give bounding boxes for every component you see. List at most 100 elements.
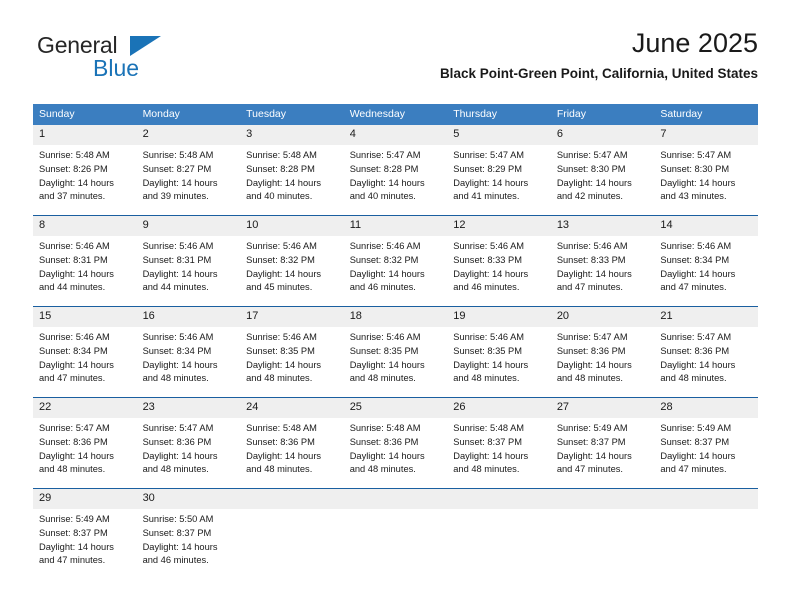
daylight-duration-line-2: and 44 minutes. [142, 282, 209, 293]
daylight-duration-line-1: Daylight: 14 hours [660, 268, 736, 279]
day-number: 14 [654, 216, 758, 236]
sunrise-time: Sunrise: 5:48 AM [246, 423, 317, 433]
calendar-empty-cell [240, 489, 344, 579]
sunset-time: Sunset: 8:30 PM [556, 163, 626, 174]
day-number: 7 [654, 125, 758, 145]
daylight-duration-line-1: Daylight: 14 hours [142, 359, 218, 370]
day-number: 19 [447, 307, 551, 327]
calendar-day-cell[interactable]: 30 Sunrise: 5:50 AM Sunset: 8:37 PM Dayligh… [136, 489, 241, 579]
day-number: 24 [240, 398, 344, 418]
calendar-week-row: 29 Sunrise: 5:49 AM Sunset: 8:37 PM Dayligh… [33, 489, 758, 579]
sunset-time: Sunset: 8:33 PM [556, 254, 626, 265]
daylight-duration-line-2: and 48 minutes. [660, 373, 727, 384]
calendar-day-cell[interactable]: 7 Sunrise: 5:47 AM Sunset: 8:30 PM Daylight… [654, 125, 758, 215]
location-subtitle: Black Point-Green Point, California, Uni… [439, 66, 758, 82]
sunrise-time: Sunrise: 5:46 AM [349, 241, 421, 251]
calendar-day-cell[interactable]: 24 Sunrise: 5:48 AM Sunset: 8:36 PM Dayligh… [240, 398, 344, 488]
daylight-duration-line-2: and 48 minutes. [142, 373, 209, 384]
sunset-time: Sunset: 8:37 PM [453, 436, 522, 447]
calendar-day-cell[interactable]: 12 Sunrise: 5:46 AM Sunset: 8:33 PM Dayligh… [447, 216, 551, 306]
calendar-day-cell[interactable]: 16 Sunrise: 5:46 AM Sunset: 8:34 PM Dayligh… [136, 307, 241, 397]
calendar-week-row: 8 Sunrise: 5:46 AM Sunset: 8:31 PM Daylight… [33, 216, 758, 306]
day-number: 29 [33, 489, 137, 509]
calendar-day-cell[interactable]: 18 Sunrise: 5:46 AM Sunset: 8:35 PM Dayligh… [343, 307, 448, 397]
calendar-day-cell[interactable]: 19 Sunrise: 5:46 AM Sunset: 8:35 PM Dayligh… [447, 307, 551, 397]
day-number: 26 [447, 398, 551, 418]
daylight-duration-line-2: and 48 minutes. [556, 373, 623, 384]
calendar-day-cell[interactable]: 28 Sunrise: 5:49 AM Sunset: 8:37 PM Dayligh… [654, 398, 758, 488]
daylight-duration-line-2: and 47 minutes. [556, 464, 623, 475]
day-details: Sunrise: 5:46 AM Sunset: 8:35 PM Daylight:… [447, 327, 551, 386]
calendar-day-cell[interactable]: 17 Sunrise: 5:46 AM Sunset: 8:35 PM Dayligh… [240, 307, 344, 397]
sunrise-time: Sunrise: 5:47 AM [453, 150, 525, 160]
calendar-day-cell[interactable]: 20 Sunrise: 5:47 AM Sunset: 8:36 PM Dayligh… [550, 307, 655, 397]
day-details: Sunrise: 5:46 AM Sunset: 8:34 PM Daylight:… [33, 327, 137, 386]
day-details: Sunrise: 5:46 AM Sunset: 8:34 PM Daylight:… [137, 327, 241, 386]
weekday-header-monday: Monday [136, 104, 241, 125]
day-details: Sunrise: 5:46 AM Sunset: 8:33 PM Daylight:… [551, 236, 655, 295]
sunset-time: Sunset: 8:26 PM [39, 163, 108, 174]
day-details: Sunrise: 5:46 AM Sunset: 8:35 PM Daylight:… [344, 327, 448, 386]
daylight-duration-line-1: Daylight: 14 hours [142, 177, 218, 188]
day-details: Sunrise: 5:47 AM Sunset: 8:36 PM Daylight:… [33, 418, 137, 477]
sunset-time: Sunset: 8:37 PM [142, 527, 212, 538]
calendar-day-cell[interactable]: 21 Sunrise: 5:47 AM Sunset: 8:36 PM Dayligh… [654, 307, 758, 397]
calendar-day-cell[interactable]: 4 Sunrise: 5:47 AM Sunset: 8:28 PM Daylight… [343, 125, 448, 215]
page-title: June 2025 [631, 28, 758, 58]
day-details: Sunrise: 5:46 AM Sunset: 8:34 PM Daylight:… [654, 236, 758, 295]
sunrise-time: Sunrise: 5:46 AM [39, 332, 110, 342]
day-number: 16 [136, 307, 241, 327]
sunrise-time: Sunrise: 5:50 AM [142, 514, 214, 524]
day-number: 25 [343, 398, 448, 418]
calendar-day-cell[interactable]: 9 Sunrise: 5:46 AM Sunset: 8:31 PM Daylight… [136, 216, 241, 306]
day-number [654, 489, 758, 509]
sunrise-time: Sunrise: 5:47 AM [142, 423, 214, 433]
day-number: 20 [550, 307, 655, 327]
calendar-day-cell[interactable]: 26 Sunrise: 5:48 AM Sunset: 8:37 PM Dayligh… [447, 398, 551, 488]
calendar-body: 1 Sunrise: 5:48 AM Sunset: 8:26 PM Daylight… [33, 125, 758, 579]
day-number [550, 489, 655, 509]
calendar-day-cell[interactable]: 15 Sunrise: 5:46 AM Sunset: 8:34 PM Dayligh… [33, 307, 137, 397]
calendar-day-cell[interactable]: 22 Sunrise: 5:47 AM Sunset: 8:36 PM Dayligh… [33, 398, 137, 488]
daylight-duration-line-1: Daylight: 14 hours [349, 177, 425, 188]
calendar-day-cell[interactable]: 13 Sunrise: 5:46 AM Sunset: 8:33 PM Dayligh… [550, 216, 655, 306]
calendar-day-cell[interactable]: 3 Sunrise: 5:48 AM Sunset: 8:28 PM Daylight… [240, 125, 344, 215]
calendar-empty-cell [550, 489, 655, 579]
calendar-day-cell[interactable]: 25 Sunrise: 5:48 AM Sunset: 8:36 PM Dayligh… [343, 398, 448, 488]
calendar-day-cell[interactable]: 8 Sunrise: 5:46 AM Sunset: 8:31 PM Daylight… [33, 216, 137, 306]
calendar-day-cell[interactable]: 29 Sunrise: 5:49 AM Sunset: 8:37 PM Dayligh… [33, 489, 137, 579]
sunset-time: Sunset: 8:36 PM [39, 436, 108, 447]
daylight-duration-line-2: and 46 minutes. [453, 282, 520, 293]
sunrise-time: Sunrise: 5:47 AM [39, 423, 110, 433]
calendar-day-cell[interactable]: 14 Sunrise: 5:46 AM Sunset: 8:34 PM Dayligh… [654, 216, 758, 306]
sunset-time: Sunset: 8:31 PM [39, 254, 108, 265]
daylight-duration-line-1: Daylight: 14 hours [142, 450, 218, 461]
daylight-duration-line-2: and 47 minutes. [660, 282, 727, 293]
calendar-day-cell[interactable]: 6 Sunrise: 5:47 AM Sunset: 8:30 PM Daylight… [550, 125, 655, 215]
sunset-time: Sunset: 8:36 PM [246, 436, 315, 447]
sunset-time: Sunset: 8:28 PM [349, 163, 419, 174]
calendar-day-cell[interactable]: 5 Sunrise: 5:47 AM Sunset: 8:29 PM Daylight… [447, 125, 551, 215]
day-details: Sunrise: 5:49 AM Sunset: 8:37 PM Daylight:… [33, 509, 137, 568]
sunrise-time: Sunrise: 5:46 AM [246, 332, 317, 342]
blue-triangle-icon [130, 36, 161, 56]
calendar-day-cell[interactable]: 2 Sunrise: 5:48 AM Sunset: 8:27 PM Daylight… [136, 125, 241, 215]
weekday-header-tuesday: Tuesday [240, 104, 344, 125]
calendar-day-cell[interactable]: 23 Sunrise: 5:47 AM Sunset: 8:36 PM Dayligh… [136, 398, 241, 488]
day-number: 4 [343, 125, 448, 145]
calendar-day-cell[interactable]: 11 Sunrise: 5:46 AM Sunset: 8:32 PM Dayligh… [343, 216, 448, 306]
daylight-duration-line-1: Daylight: 14 hours [349, 268, 425, 279]
daylight-duration-line-1: Daylight: 14 hours [349, 359, 425, 370]
day-details: Sunrise: 5:48 AM Sunset: 8:28 PM Daylight:… [240, 145, 344, 204]
calendar-day-cell[interactable]: 1 Sunrise: 5:48 AM Sunset: 8:26 PM Daylight… [33, 125, 137, 215]
day-details: Sunrise: 5:47 AM Sunset: 8:36 PM Daylight:… [137, 418, 241, 477]
calendar-day-cell[interactable]: 10 Sunrise: 5:46 AM Sunset: 8:32 PM Dayligh… [240, 216, 344, 306]
day-number: 5 [447, 125, 551, 145]
day-number: 27 [550, 398, 655, 418]
general-blue-logo[interactable]: General Blue [34, 32, 214, 90]
sunset-time: Sunset: 8:35 PM [246, 345, 315, 356]
calendar-day-cell[interactable]: 27 Sunrise: 5:49 AM Sunset: 8:37 PM Dayligh… [550, 398, 655, 488]
daylight-duration-line-1: Daylight: 14 hours [349, 450, 425, 461]
sunset-time: Sunset: 8:27 PM [142, 163, 212, 174]
daylight-duration-line-2: and 48 minutes. [349, 373, 416, 384]
